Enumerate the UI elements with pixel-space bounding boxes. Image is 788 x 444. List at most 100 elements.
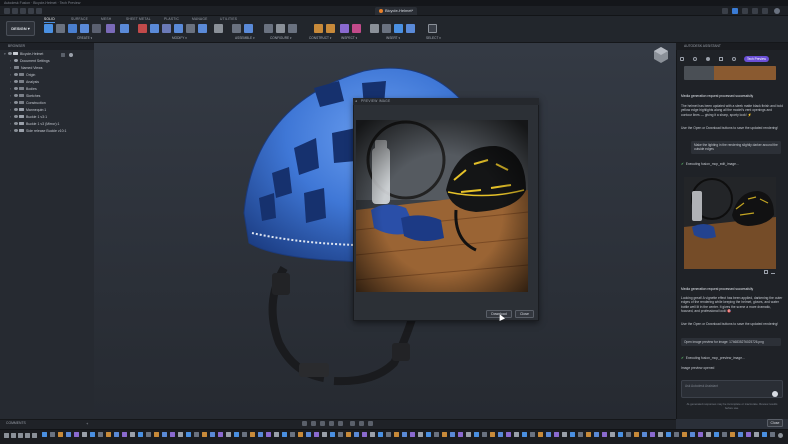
timeline-feature-icon[interactable] — [362, 432, 367, 437]
timeline-feature-icon[interactable] — [306, 432, 311, 437]
interference-icon[interactable] — [352, 24, 361, 33]
midplane-icon[interactable] — [326, 24, 335, 33]
timeline-feature-icon[interactable] — [650, 432, 655, 437]
viewcube[interactable] — [654, 47, 668, 63]
timeline-feature-icon[interactable] — [146, 432, 151, 437]
timeline-feature-icon[interactable] — [594, 432, 599, 437]
timeline-feature-icon[interactable] — [282, 432, 287, 437]
dialog-close-button[interactable]: Close — [515, 310, 534, 318]
timeline-feature-icon[interactable] — [186, 432, 191, 437]
open-icon[interactable] — [764, 270, 768, 274]
timeline-feature-icon[interactable] — [682, 432, 687, 437]
select-icon[interactable] — [428, 24, 437, 33]
timeline-feature-icon[interactable] — [506, 432, 511, 437]
timeline-feature-icon[interactable] — [42, 432, 47, 437]
timeline-feature-icon[interactable] — [290, 432, 295, 437]
timeline-feature-icon[interactable] — [626, 432, 631, 437]
parameters-icon[interactable] — [264, 24, 273, 33]
tree-item-analysis[interactable]: › Analysis — [10, 80, 39, 85]
tree-item-origin[interactable]: › Origin — [10, 73, 35, 78]
redo-icon[interactable] — [36, 8, 42, 14]
visibility-icon[interactable] — [14, 108, 18, 111]
timeline-feature-icon[interactable] — [762, 432, 767, 437]
zoom-icon[interactable] — [329, 421, 334, 426]
timeline-feature-icon[interactable] — [466, 432, 471, 437]
timeline-feature-icon[interactable] — [442, 432, 447, 437]
insert-svg-icon[interactable] — [394, 24, 403, 33]
tree-item-mannequin[interactable]: › Mannequin:1 — [10, 108, 46, 113]
timeline-feature-icon[interactable] — [402, 432, 407, 437]
timeline-feature-icon[interactable] — [714, 432, 719, 437]
tree-item-buckle-1[interactable]: › Buckle 1 v3:1 — [10, 115, 47, 120]
undo-icon[interactable] — [28, 8, 34, 14]
timeline-feature-icon[interactable] — [570, 432, 575, 437]
orbit-icon[interactable] — [302, 421, 307, 426]
timeline-feature-icon[interactable] — [522, 432, 527, 437]
timeline-feature-icon[interactable] — [498, 432, 503, 437]
timeline-feature-icon[interactable] — [130, 432, 135, 437]
visibility-icon[interactable] — [14, 94, 18, 97]
timeline-feature-icon[interactable] — [250, 432, 255, 437]
configure-table-icon[interactable] — [276, 24, 285, 33]
document-tab[interactable]: Bicycle-Helmet* — [375, 7, 418, 15]
document-icon[interactable] — [719, 57, 723, 61]
timeline-feature-icon[interactable] — [74, 432, 79, 437]
step-forward-icon[interactable] — [25, 433, 30, 438]
tree-item-buckle-mirror[interactable]: › Buckle 1 v3 (Mirror):1 — [10, 122, 59, 127]
timeline-feature-icon[interactable] — [418, 432, 423, 437]
tab-solid[interactable]: SOLID — [44, 16, 55, 23]
timeline-feature-icon[interactable] — [178, 432, 183, 437]
file-icon[interactable] — [12, 8, 18, 14]
timeline-feature-icon[interactable] — [426, 432, 431, 437]
timeline-feature-icon[interactable] — [770, 432, 775, 437]
delete-icon[interactable] — [138, 24, 147, 33]
generated-render-thumbnail[interactable] — [684, 177, 776, 269]
press-pull-icon[interactable] — [150, 24, 159, 33]
timeline-feature-icon[interactable] — [50, 432, 55, 437]
play-icon[interactable] — [18, 433, 23, 438]
timeline-feature-icon[interactable] — [90, 432, 95, 437]
timeline-feature-icon[interactable] — [82, 432, 87, 437]
step-back-icon[interactable] — [11, 433, 16, 438]
workspace-switcher-button[interactable]: DESIGN ▾ — [6, 21, 35, 36]
tab-sheet-metal[interactable]: SHEET METAL — [126, 16, 151, 22]
revolve-icon[interactable] — [80, 24, 89, 33]
add-tab-icon[interactable] — [722, 8, 728, 14]
decal-icon[interactable] — [406, 24, 415, 33]
notifications-icon[interactable] — [742, 8, 748, 14]
timeline-feature-icon[interactable] — [746, 432, 751, 437]
fillet-icon[interactable] — [162, 24, 171, 33]
timeline-feature-icon[interactable] — [314, 432, 319, 437]
timeline-settings-icon[interactable] — [778, 433, 783, 438]
timeline-feature-icon[interactable] — [322, 432, 327, 437]
assistant-chat-input[interactable]: Ask Autodesk Assistant — [681, 380, 783, 398]
tab-mesh[interactable]: MESH — [101, 16, 111, 22]
timeline-feature-icon[interactable] — [354, 432, 359, 437]
timeline-feature-icon[interactable] — [450, 432, 455, 437]
timeline-feature-icon[interactable] — [666, 432, 671, 437]
timeline-feature-icon[interactable] — [610, 432, 615, 437]
assistant-close-button[interactable]: Close — [767, 419, 783, 427]
offset-plane-icon[interactable] — [314, 24, 323, 33]
timeline-feature-icon[interactable] — [226, 432, 231, 437]
idea-icon[interactable] — [706, 57, 710, 61]
extrude-icon[interactable] — [68, 24, 77, 33]
tree-item-named-views[interactable]: › Named Views — [10, 66, 43, 71]
avatar[interactable] — [774, 8, 780, 14]
tree-item-side-release-buckle[interactable]: › Side release Buckle v10:1 — [10, 129, 66, 134]
send-icon[interactable] — [772, 391, 778, 397]
timeline-feature-icon[interactable] — [754, 432, 759, 437]
display-settings-icon[interactable] — [350, 421, 355, 426]
timeline-feature-icon[interactable] — [58, 432, 63, 437]
timeline-feature-icon[interactable] — [194, 432, 199, 437]
measure-icon[interactable] — [340, 24, 349, 33]
dialog-arrow-icon[interactable]: ◂ — [355, 98, 357, 105]
timeline-feature-icon[interactable] — [154, 432, 159, 437]
timeline-feature-icon[interactable] — [474, 432, 479, 437]
timeline-feature-icon[interactable] — [706, 432, 711, 437]
timeline-feature-icon[interactable] — [274, 432, 279, 437]
timeline-feature-icon[interactable] — [658, 432, 663, 437]
create-form-icon[interactable] — [120, 24, 129, 33]
joint-icon[interactable] — [232, 24, 241, 33]
timeline-feature-icon[interactable] — [370, 432, 375, 437]
